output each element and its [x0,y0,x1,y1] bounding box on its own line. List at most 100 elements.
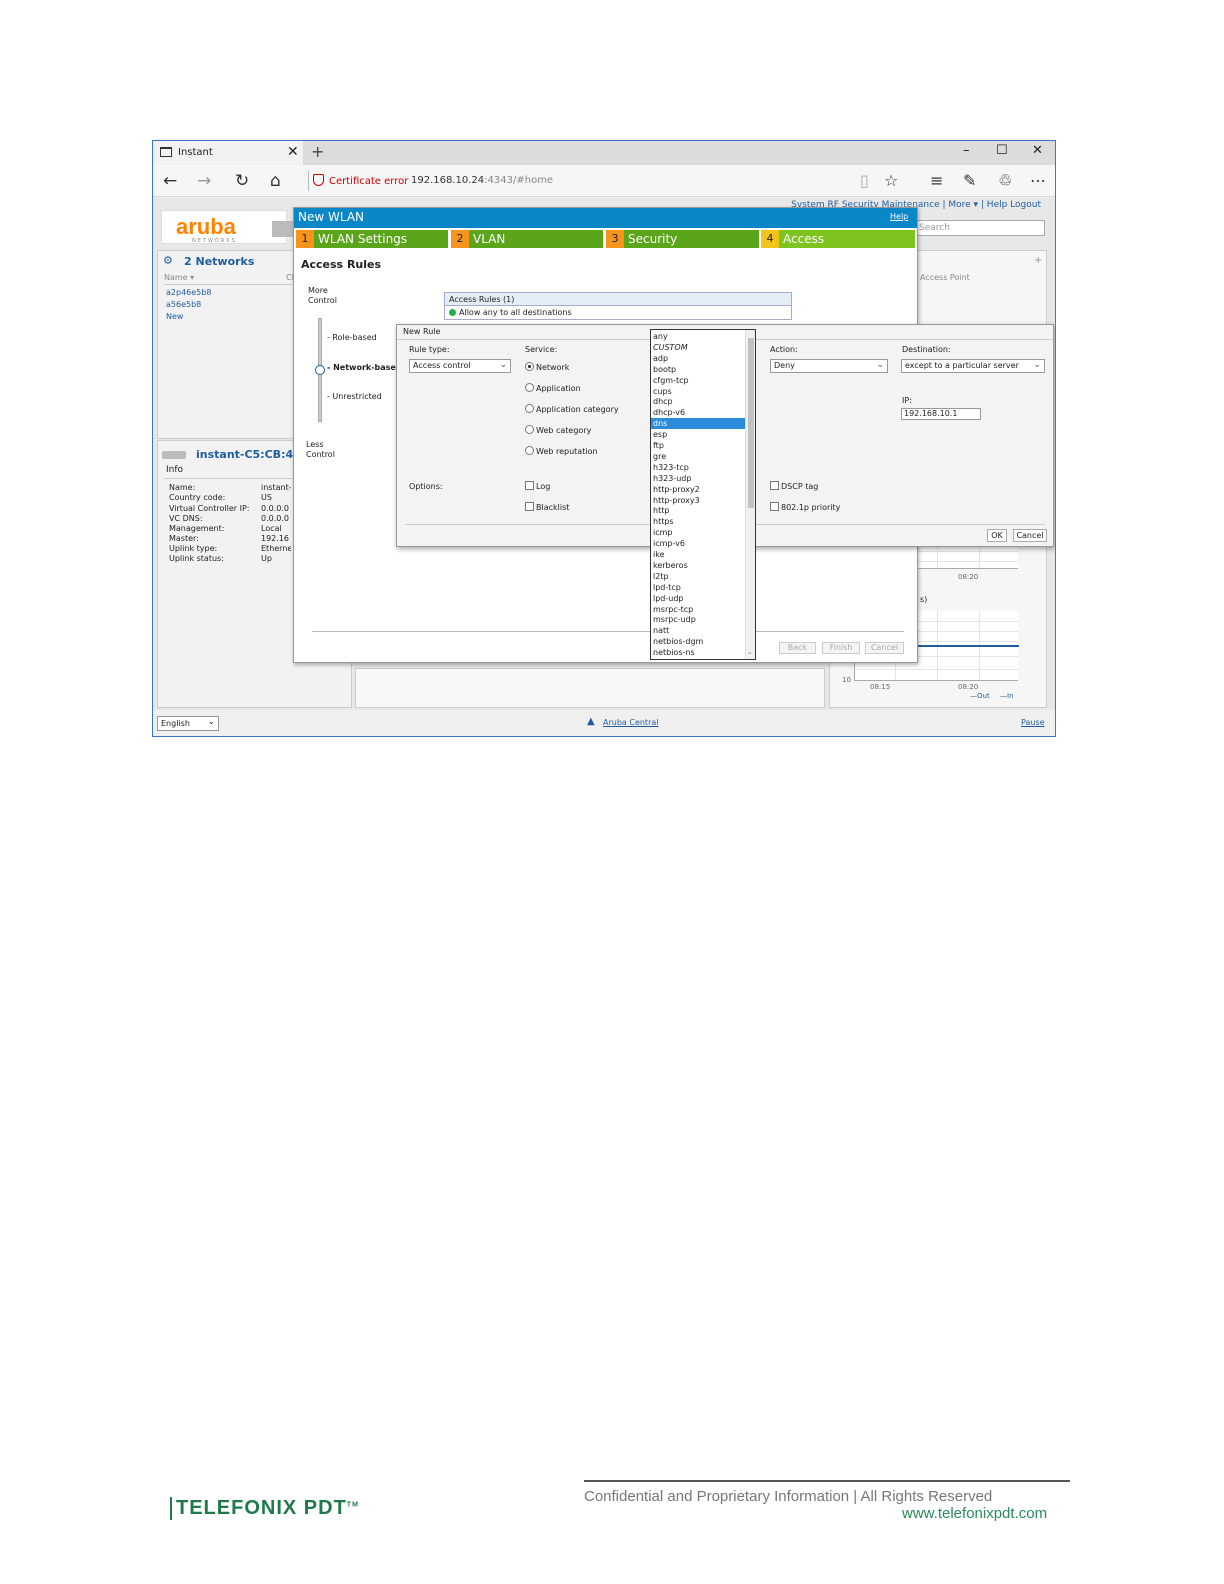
service-list-item[interactable]: h323-udp [651,473,745,484]
slider-option-role-based[interactable]: - Role-based [327,333,377,342]
service-radio-web-category[interactable]: Web category [525,425,591,435]
networks-col-name[interactable]: Name ▾ [164,273,194,282]
service-list-item[interactable]: http-proxy3 [651,495,745,506]
service-list-item[interactable]: esp [651,429,745,440]
maximize-button[interactable]: ☐ [996,143,1008,158]
search-input[interactable]: Search [913,220,1045,236]
favorite-star-icon[interactable]: ☆ [884,171,898,190]
url-field[interactable]: 192.168.10.24:4343/#home [411,175,553,186]
back-arrow-icon[interactable]: ← [163,171,177,191]
reading-view-icon[interactable]: ▯ [860,171,869,190]
finish-button[interactable]: Finish [822,642,860,654]
service-list-item[interactable]: msrpc-tcp [651,604,745,615]
service-radio-application[interactable]: Application [525,383,581,393]
service-list-item[interactable]: gre [651,451,745,462]
web-note-icon[interactable]: ✎ [963,171,976,190]
service-list-item[interactable]: adp [651,353,745,364]
aruba-central-link[interactable]: Aruba Central [603,718,658,727]
service-list-item[interactable]: CUSTOM [651,342,745,353]
access-point-column[interactable]: Access Point [920,273,970,282]
language-select[interactable]: English ⌄ [157,716,219,731]
share-icon[interactable]: ♲ [998,171,1012,190]
network-item[interactable]: a56e5b8 [166,300,201,309]
chart1-x-tick: 08:20 [958,573,979,581]
radio-icon [525,425,534,434]
service-list-item[interactable]: h323-tcp [651,462,745,473]
service-list-item[interactable]: ike [651,549,745,560]
scroll-down-icon[interactable]: ⌄ [747,648,753,656]
service-radio-network[interactable]: Network [525,362,569,372]
info-key: Country code: [169,493,226,502]
step-label: WLAN Settings [318,232,408,246]
new-network-link[interactable]: New [166,312,183,321]
service-list-item[interactable]: any [651,331,745,342]
logo-text: TELEFONIX PDT [176,1497,347,1519]
network-item[interactable]: a2p46e5b8 [166,288,211,297]
new-tab-button[interactable]: + [311,142,324,161]
browser-tab[interactable]: Instant ✕ [153,141,303,165]
add-icon[interactable]: + [1034,255,1042,266]
slider-handle[interactable] [315,365,325,375]
hub-icon[interactable]: ≡ [930,171,943,190]
destination-value: except to a particular server [905,361,1019,370]
close-window-button[interactable]: ✕ [1032,143,1043,158]
scroll-up-icon[interactable]: ⌃ [747,330,753,335]
service-list-item[interactable]: netbios-dgm [651,636,745,647]
service-list-item[interactable]: cfgm-tcp [651,375,745,386]
service-list-item[interactable]: icmp [651,527,745,538]
pause-link[interactable]: Pause [1021,718,1045,727]
slider-option-unrestricted[interactable]: - Unrestricted [327,392,382,401]
certificate-error-indicator[interactable]: Certificate error [313,174,408,187]
priority-checkbox[interactable]: 802.1p priority [770,502,840,512]
service-list-item[interactable]: l2tp [651,571,745,582]
step-security[interactable]: 3 Security [606,230,759,248]
step-vlan[interactable]: 2 VLAN [451,230,603,248]
rule-type-select[interactable]: Access control ⌄ [409,359,511,373]
step-label: VLAN [473,232,506,246]
ok-button[interactable]: OK [987,529,1007,542]
back-button[interactable]: Back [779,642,816,654]
service-list-item[interactable]: ftp [651,440,745,451]
slider-option-network-based[interactable]: - Network-based [327,363,399,372]
service-list-item[interactable]: http [651,505,745,516]
service-list-item[interactable]: kerberos [651,560,745,571]
service-list-item[interactable]: msrpc-udp [651,614,745,625]
service-list-item[interactable]: dns [651,418,745,430]
log-checkbox[interactable]: Log [525,481,550,491]
service-list-item[interactable]: lpd-udp [651,593,745,604]
service-list-item[interactable]: bootp [651,364,745,375]
service-list-item[interactable]: https [651,516,745,527]
service-dropdown-list[interactable]: any CUSTOM adp bootp cfgm-tcp cups dhcp dhcp-v6… [650,329,756,660]
destination-select[interactable]: except to a particular server ⌄ [901,359,1045,373]
service-list-item[interactable]: natt [651,625,745,636]
service-list-item[interactable]: dhcp [651,396,745,407]
refresh-icon[interactable]: ↻ [235,171,249,191]
more-icon[interactable]: ⋯ [1030,171,1046,190]
access-rule-row[interactable]: Allow any to all destinations [444,306,792,320]
blacklist-checkbox[interactable]: Blacklist [525,502,569,512]
forward-arrow-icon[interactable]: → [197,171,211,191]
service-option-label: Web category [536,426,592,435]
minimize-button[interactable]: – [963,143,970,158]
service-list-item[interactable]: dhcp-v6 [651,407,745,418]
service-list-scrollbar[interactable]: ⌃ ⌄ [745,330,755,659]
tab-close-icon[interactable]: ✕ [287,144,299,160]
help-link[interactable]: Help [890,212,908,221]
ip-input[interactable]: 192.168.10.1 [901,408,981,420]
step-access[interactable]: 4 Access [761,230,915,248]
service-radio-web-reputation[interactable]: Web reputation [525,446,598,456]
info-value: 0.0.0.0 [261,504,289,513]
home-icon[interactable]: ⌂ [270,171,281,191]
step-wlan-settings[interactable]: 1 WLAN Settings [296,230,448,248]
service-list-item[interactable]: http-proxy2 [651,484,745,495]
service-radio-application-category[interactable]: Application category [525,404,619,414]
dscp-tag-checkbox[interactable]: DSCP tag [770,481,818,491]
wizard-cancel-button[interactable]: Cancel [865,642,904,654]
service-list-item[interactable]: lpd-tcp [651,582,745,593]
new-rule-cancel-button[interactable]: Cancel [1013,529,1047,542]
service-list-item[interactable]: netbios-ns [651,647,745,658]
service-list-item[interactable]: cups [651,386,745,397]
scrollbar-thumb[interactable] [748,338,754,508]
action-select[interactable]: Deny ⌄ [770,359,888,373]
service-list-item[interactable]: icmp-v6 [651,538,745,549]
